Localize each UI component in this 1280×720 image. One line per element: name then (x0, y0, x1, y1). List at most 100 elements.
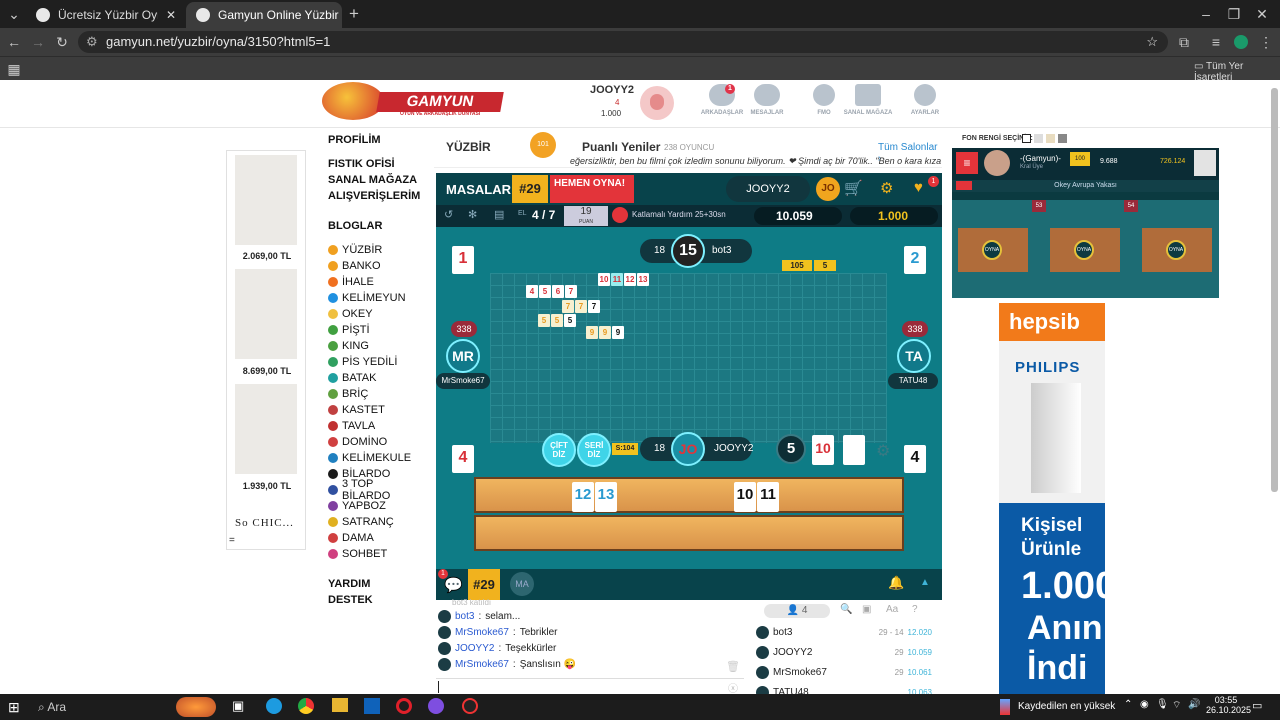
chat-bubble-icon[interactable]: 💬 (444, 576, 463, 594)
hamburger-menu-icon[interactable]: ≡ (956, 152, 978, 174)
game-menu-item[interactable]: DOMİNO (328, 434, 418, 450)
opera-icon[interactable] (396, 698, 412, 714)
player-list-row[interactable]: bot3 29 - 14 12.020 (756, 626, 932, 639)
right-ad-banner[interactable]: hepsib PHILIPS Kişisel Ürünle 1.000 Anın… (999, 303, 1105, 694)
chat-username[interactable]: MrSmoke67 (455, 659, 509, 670)
task-view-icon[interactable]: ▣ (232, 698, 244, 714)
nav-messages[interactable]: MESAJLAR (740, 84, 794, 116)
game-menu-item[interactable]: KELİMEYUN (328, 290, 418, 306)
profile-card-icon[interactable]: ▣ (862, 604, 871, 615)
left-player-avatar[interactable]: MR (446, 339, 480, 373)
chat-input[interactable]: ⓧ (436, 678, 744, 694)
collapse-icon[interactable]: ▲ (920, 577, 930, 588)
user-avatar[interactable] (640, 86, 674, 120)
tab-yuzbir-salon[interactable]: Ücretsiz Yüzbir Oyna - Salon Li ✕ (26, 2, 186, 28)
okey-preview-panel[interactable]: ≡ -(Gamyun)- Kral Üye 100 9.688 726.124 … (952, 148, 1219, 298)
mic-icon[interactable]: 🎙 (1156, 699, 1169, 710)
clock[interactable]: 03:55 26.10.2025 (1206, 695, 1251, 715)
game-menu-item[interactable]: SATRANÇ (328, 514, 418, 530)
game-menu-item[interactable]: BANKO (328, 258, 418, 274)
tables-button[interactable]: MASALAR (446, 182, 511, 197)
chrome-menu-icon[interactable]: ⋮ (1256, 32, 1276, 52)
menu-profile[interactable]: PROFİLİM (328, 134, 418, 150)
rack-tile[interactable]: 11 (757, 482, 779, 512)
edge-icon[interactable] (266, 698, 282, 714)
rack-tile[interactable]: 10 (734, 482, 756, 512)
footer-avatar[interactable]: MA (510, 572, 534, 596)
volume-icon[interactable]: 🔊 (1188, 699, 1200, 710)
bg-swatch-white[interactable] (1022, 134, 1031, 143)
menu-support[interactable]: DESTEK (328, 594, 418, 610)
menu-blogs[interactable]: BLOGLAR (328, 220, 418, 236)
menu-help[interactable]: YARDIM (328, 578, 418, 594)
board-tile[interactable]: 4 (526, 285, 538, 298)
play-seat-button[interactable]: OYNA (982, 240, 1002, 260)
player-avatar[interactable] (756, 686, 769, 694)
player-list-row[interactable]: MrSmoke67 29 10.061 (756, 666, 932, 679)
tile-rack-lower[interactable] (474, 515, 904, 551)
gamyun-logo[interactable]: GAMYUN OYUN VE ARKADAŞLIK DÜNYASI (322, 82, 504, 120)
extensions-icon[interactable]: ⧉ (1174, 32, 1194, 52)
address-input[interactable]: ⚙ gamyun.net/yuzbir/oyna/3150?html5=1 ☆ (78, 31, 1168, 53)
board-tile[interactable]: 5 (539, 285, 551, 298)
weather-text[interactable]: Kaydedilen en yüksek (1018, 701, 1115, 712)
game-board[interactable]: 10 11 12 13 4 5 6 7 7 7 7 5 5 5 9 9 9 (490, 273, 887, 443)
tile-rack-upper[interactable] (474, 477, 904, 513)
menu-purchases[interactable]: ALIŞVERİŞLERİM (328, 190, 420, 206)
exit-room-icon[interactable] (956, 181, 972, 190)
bell-icon[interactable]: 🔔 (888, 575, 904, 591)
draw-pile[interactable] (843, 435, 865, 465)
player-list-row[interactable]: TATU48 10.063 (756, 686, 932, 694)
board-tile[interactable]: 9 (586, 326, 598, 339)
board-tile[interactable]: 9 (612, 326, 624, 339)
game-menu-item[interactable]: OKEY (328, 306, 418, 322)
undo-icon[interactable]: ↺ (444, 208, 453, 221)
site-info-icon[interactable]: ⚙ (86, 31, 98, 53)
chat-username[interactable]: MrSmoke67 (455, 627, 509, 638)
game-menu-item[interactable]: İHALE (328, 274, 418, 290)
shop-cart-icon[interactable]: 🛒 (844, 179, 863, 197)
game-menu-item[interactable]: YÜZBİR (328, 242, 418, 258)
play-now-button[interactable]: HEMEN OYNA! (550, 175, 634, 203)
game-menu-item[interactable]: KASTET (328, 402, 418, 418)
preview-profile-icon[interactable] (1194, 150, 1216, 176)
chat-username[interactable]: JOOYY2 (455, 643, 494, 654)
chat-avatar[interactable] (438, 610, 451, 623)
nav-settings[interactable]: AYARLAR (898, 84, 952, 116)
left-ad-banner[interactable]: 2.069,00 TL 8.699,00 TL 1.939,00 TL So C… (226, 150, 306, 550)
game-settings-icon[interactable]: ⚙ (880, 179, 893, 197)
chat-avatar[interactable] (438, 626, 451, 639)
game-menu-item[interactable]: BATAK (328, 370, 418, 386)
board-tile[interactable]: 7 (575, 300, 587, 313)
bg-swatch-lightgray[interactable] (1034, 134, 1043, 143)
board-tile[interactable]: 6 (552, 285, 564, 298)
messenger-icon[interactable] (428, 698, 444, 714)
file-explorer-icon[interactable] (332, 698, 348, 712)
board-tile[interactable]: 5 (564, 314, 576, 327)
reload-icon[interactable]: ↻ (52, 32, 72, 52)
player-list-row[interactable]: JOOYY2 29 10.059 (756, 646, 932, 659)
play-seat-button[interactable]: OYNA (1074, 240, 1094, 260)
rack-tile[interactable]: 13 (595, 482, 617, 512)
restore-icon[interactable]: ❐ (1224, 4, 1244, 24)
nav-store[interactable]: SANAL MAĞAZA (841, 84, 895, 116)
game-menu-item[interactable]: 3 TOP BİLARDO (328, 478, 418, 502)
wifi-icon[interactable]: ⌔ (1172, 699, 1181, 712)
search-icon[interactable]: 🔍 (840, 604, 852, 615)
close-window-icon[interactable]: ✕ (1252, 4, 1272, 24)
location-icon[interactable]: ◉ (1140, 699, 1149, 710)
help-icon[interactable]: ? (912, 604, 918, 615)
taskbar-search[interactable]: ⌕ Ara (38, 700, 66, 715)
forward-icon[interactable]: → (28, 32, 48, 52)
game-menu-item[interactable]: TAVLA (328, 418, 418, 434)
game-canvas[interactable]: MASALAR #29 HEMEN OYNA! JOOYY2 JO 🛒 ⚙ ♥ … (436, 173, 942, 600)
rack-tile[interactable]: 12 (572, 482, 594, 512)
board-tile[interactable]: 7 (565, 285, 577, 298)
clipboard-icon[interactable]: ▤ (494, 208, 504, 221)
menu-store[interactable]: SANAL MAĞAZA (328, 174, 418, 190)
chrome-icon[interactable] (298, 698, 314, 714)
game-avatar[interactable]: JO (816, 177, 840, 201)
board-tile[interactable]: 7 (588, 300, 600, 313)
notifications-icon[interactable]: ▭ (1252, 699, 1262, 712)
clear-input-icon[interactable]: ⓧ (728, 680, 738, 694)
